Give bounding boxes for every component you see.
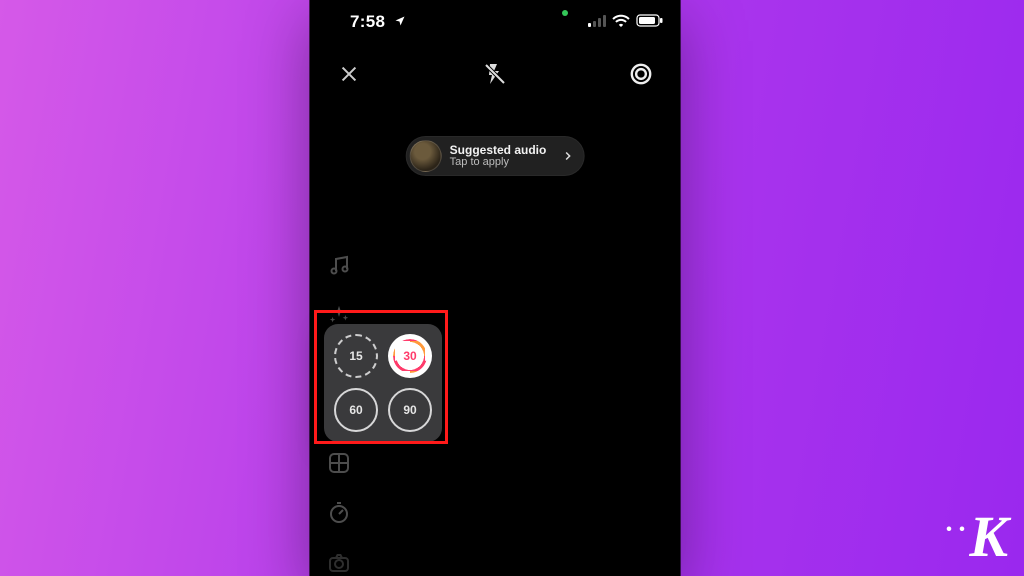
music-button[interactable]: [324, 250, 354, 280]
audio-thumbnail: [410, 140, 442, 172]
tool-rail-lower: [324, 448, 354, 576]
layout-icon: [327, 451, 351, 475]
status-right: [588, 14, 664, 27]
suggested-audio-pill[interactable]: Suggested audio Tap to apply: [406, 136, 585, 176]
app-stage: 7:58: [0, 0, 1024, 576]
status-time: 7:58: [350, 12, 406, 32]
tool-rail: [324, 250, 354, 330]
duration-label: 90: [403, 403, 416, 417]
music-icon: [327, 253, 351, 277]
wifi-icon: [612, 14, 630, 27]
settings-button[interactable]: [624, 57, 658, 91]
privacy-dot: [562, 10, 568, 16]
duration-label: 15: [349, 349, 362, 363]
camera-icon: [327, 551, 351, 575]
more-button[interactable]: [324, 548, 354, 576]
pill-title: Suggested audio: [450, 144, 547, 157]
phone-frame: 7:58: [310, 0, 680, 576]
pill-subtitle: Tap to apply: [450, 157, 547, 169]
pill-text: Suggested audio Tap to apply: [450, 144, 547, 168]
watermark: ∙∙K: [945, 503, 1006, 570]
speed-button[interactable]: [324, 498, 354, 528]
layout-button[interactable]: [324, 448, 354, 478]
close-button[interactable]: [332, 57, 366, 91]
battery-icon: [636, 14, 664, 27]
duration-picker: 15 30 60 90: [324, 324, 442, 442]
flash-toggle[interactable]: [478, 57, 512, 91]
duration-label: 30: [403, 349, 416, 363]
location-icon: [394, 12, 406, 32]
flash-off-icon: [483, 62, 507, 86]
close-icon: [338, 63, 360, 85]
clock-text: 7:58: [350, 12, 385, 31]
duration-option-60[interactable]: 60: [334, 388, 378, 432]
status-bar: 7:58: [310, 10, 680, 38]
chevron-right-icon: [556, 145, 578, 167]
duration-label: 60: [349, 403, 362, 417]
camera-toolbar: [310, 50, 680, 98]
cellular-icon: [588, 15, 606, 27]
sparkle-icon: [328, 304, 350, 326]
timer-icon: [327, 501, 351, 525]
duration-option-15[interactable]: 15: [334, 334, 378, 378]
watermark-dots: ∙∙: [945, 514, 971, 545]
watermark-letter: K: [969, 504, 1006, 569]
settings-icon: [628, 61, 654, 87]
duration-option-30[interactable]: 30: [388, 334, 432, 378]
duration-option-90[interactable]: 90: [388, 388, 432, 432]
